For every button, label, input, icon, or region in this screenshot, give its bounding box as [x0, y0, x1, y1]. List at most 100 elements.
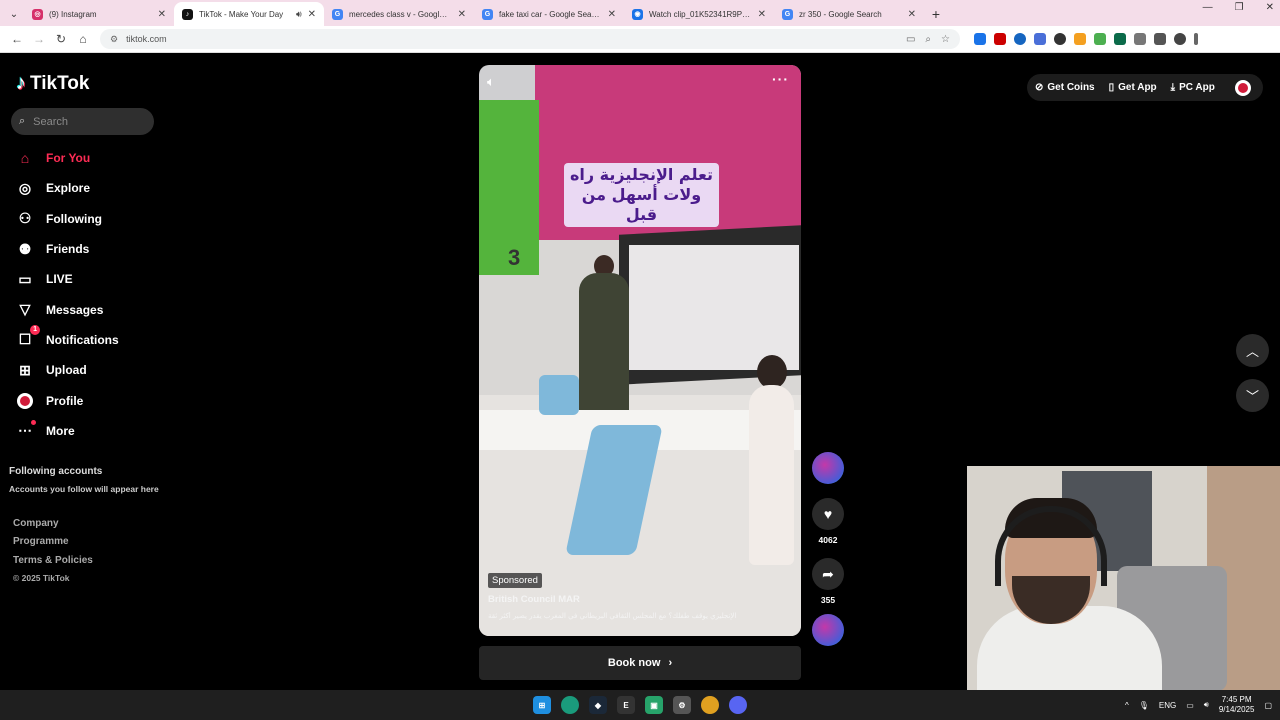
- search-input[interactable]: ⌕ Search: [11, 108, 154, 135]
- compass-icon: ◎: [18, 179, 32, 196]
- more-options-icon[interactable]: ···: [772, 71, 789, 87]
- heart-icon: ♥: [823, 506, 833, 522]
- chrome-menu-icon[interactable]: [1194, 33, 1198, 45]
- get-app-button[interactable]: ▯ Get App: [1109, 82, 1157, 93]
- sound-avatar[interactable]: [812, 614, 844, 646]
- phone-icon: ▯: [1108, 82, 1115, 93]
- user-avatar[interactable]: [1235, 79, 1251, 96]
- url-text: tiktok.com: [126, 34, 167, 44]
- following-icon: ⚇: [18, 210, 32, 227]
- tab-close-icon[interactable]: ✕: [908, 9, 916, 20]
- home-button[interactable]: ⌂: [72, 28, 94, 50]
- tab-title: mercedes class v - Google Searc: [349, 9, 452, 19]
- tab-title: TikTok - Make Your Day: [199, 9, 284, 19]
- tab-close-icon[interactable]: ✕: [158, 9, 166, 20]
- sidebar-item-more[interactable]: ⋯ More: [12, 416, 162, 446]
- browser-tab[interactable]: Gzr 350 - Google Search ✕: [774, 2, 924, 26]
- sidebar-item-explore[interactable]: ◎ Explore: [12, 173, 162, 203]
- volume-icon[interactable]: 🔊︎: [1204, 700, 1209, 710]
- clock[interactable]: 7:45 PM 9/14/2025: [1219, 695, 1255, 715]
- next-video-button[interactable]: ﹀: [1236, 379, 1269, 412]
- language-indicator[interactable]: ENG: [1159, 701, 1176, 710]
- sidebar-item-live[interactable]: ▭ LIVE: [12, 264, 162, 294]
- video-author[interactable]: British Council MAR: [488, 594, 580, 605]
- pc-app-label: PC App: [1179, 82, 1215, 93]
- book-now-label: Book now: [607, 657, 661, 669]
- tab-favicon-icon: ◉: [632, 8, 643, 20]
- steam-icon[interactable]: ◆: [589, 696, 607, 714]
- extension-icon[interactable]: [994, 33, 1006, 45]
- install-app-icon[interactable]: ▭: [906, 34, 915, 45]
- new-tab-button[interactable]: +: [924, 2, 948, 26]
- extension-icon[interactable]: [1094, 33, 1106, 45]
- maximize-button[interactable]: ❐: [1235, 2, 1244, 13]
- creator-avatar[interactable]: [812, 452, 844, 484]
- extension-icon[interactable]: [974, 33, 986, 45]
- media-controls-icon[interactable]: [1154, 33, 1166, 45]
- browser-tab[interactable]: ♪ TikTok - Make Your Day 🔊︎ ✕: [174, 2, 324, 26]
- close-window-button[interactable]: ✕: [1266, 2, 1274, 13]
- sidebar-item-friends[interactable]: ⚉ Friends: [12, 234, 162, 264]
- extension-icon[interactable]: [1014, 33, 1026, 45]
- back-button[interactable]: ←: [6, 28, 28, 50]
- site-info-icon[interactable]: ⚙: [110, 34, 118, 45]
- tab-close-icon[interactable]: ✕: [308, 9, 316, 20]
- chevron-right-icon: ›: [668, 657, 673, 669]
- extension-icon[interactable]: [1074, 33, 1086, 45]
- profile-icon[interactable]: [1174, 33, 1186, 45]
- sidebar-item-notifications[interactable]: ☐ 1 Notifications: [12, 324, 162, 355]
- sidebar-item-label: For You: [46, 151, 91, 166]
- sidebar-item-profile[interactable]: Profile: [12, 385, 162, 415]
- tab-close-icon[interactable]: ✕: [758, 9, 766, 20]
- sidebar-item-upload[interactable]: ⊞ Upload: [12, 355, 162, 385]
- chevron-up-icon[interactable]: ^: [1125, 701, 1129, 710]
- browser-tab[interactable]: Gmercedes class v - Google Searc ✕: [324, 2, 474, 26]
- share-button[interactable]: ➦: [812, 558, 844, 590]
- puzzle-icon[interactable]: [1134, 33, 1146, 45]
- mic-icon[interactable]: 🎙︎: [1139, 701, 1149, 710]
- tab-search-button[interactable]: ⌄: [4, 2, 24, 26]
- zoom-icon[interactable]: ⌕: [925, 34, 931, 45]
- extension-icon[interactable]: [1054, 33, 1066, 45]
- browser-tab[interactable]: ◎ (9) Instagram ✕: [24, 2, 174, 26]
- minimize-button[interactable]: —: [1203, 2, 1213, 13]
- get-coins-button[interactable]: ⊘ Get Coins: [1035, 82, 1095, 93]
- tab-audio-icon[interactable]: 🔊︎: [296, 9, 302, 20]
- settings-icon[interactable]: ⚙: [673, 696, 691, 714]
- extension-icon[interactable]: [1114, 33, 1126, 45]
- like-button[interactable]: ♥: [812, 498, 844, 530]
- browser-tab[interactable]: ◉ Watch clip_01K52341R9PWYXE ✕: [624, 2, 774, 26]
- sidebar-item-for-you[interactable]: ⌂ For You: [12, 143, 162, 173]
- app-icon[interactable]: ▣: [645, 696, 663, 714]
- forward-button[interactable]: →: [28, 28, 50, 50]
- epic-icon[interactable]: E: [617, 696, 635, 714]
- footer-link[interactable]: Company: [13, 518, 93, 536]
- chrome-icon[interactable]: [701, 696, 719, 714]
- discord-icon[interactable]: [729, 696, 747, 714]
- tab-close-icon[interactable]: ✕: [458, 9, 466, 20]
- volume-icon[interactable]: 🔈︎: [487, 74, 495, 90]
- reload-button[interactable]: ↻: [50, 28, 72, 50]
- notification-icon[interactable]: ▢: [1264, 701, 1272, 710]
- extension-icon[interactable]: [1034, 33, 1046, 45]
- address-bar[interactable]: ⚙ tiktok.com ▭ ⌕ ☆: [100, 29, 960, 49]
- book-now-button[interactable]: Book now ›: [479, 646, 801, 680]
- pc-app-button[interactable]: ⤓ PC App: [1171, 82, 1215, 93]
- tab-favicon-icon: ♪: [182, 8, 193, 20]
- previous-video-button[interactable]: ︿: [1236, 334, 1269, 367]
- sidebar-item-following[interactable]: ⚇ Following: [12, 204, 162, 234]
- start-icon[interactable]: ⊞: [533, 696, 551, 714]
- tiktok-logo[interactable]: ♪ TikTok: [16, 72, 89, 95]
- download-icon: ⤓: [1170, 82, 1176, 93]
- search-icon: ⌕: [19, 115, 26, 127]
- sidebar-item-messages[interactable]: ▽ Messages: [12, 294, 162, 324]
- bookmark-star-icon[interactable]: ☆: [941, 34, 950, 45]
- browser-tab[interactable]: Gfake taxi car - Google Search ✕: [474, 2, 624, 26]
- footer-link[interactable]: Programme: [13, 536, 93, 554]
- edge-icon[interactable]: [561, 696, 579, 714]
- tab-close-icon[interactable]: ✕: [608, 9, 616, 20]
- footer-link[interactable]: Terms & Policies: [13, 555, 93, 573]
- video-player[interactable]: 3 تعلم الإنجليزية راه ولات أسهل من قبل 🔈…: [479, 65, 801, 636]
- scene: [757, 355, 787, 389]
- network-icon[interactable]: ▭: [1186, 701, 1194, 710]
